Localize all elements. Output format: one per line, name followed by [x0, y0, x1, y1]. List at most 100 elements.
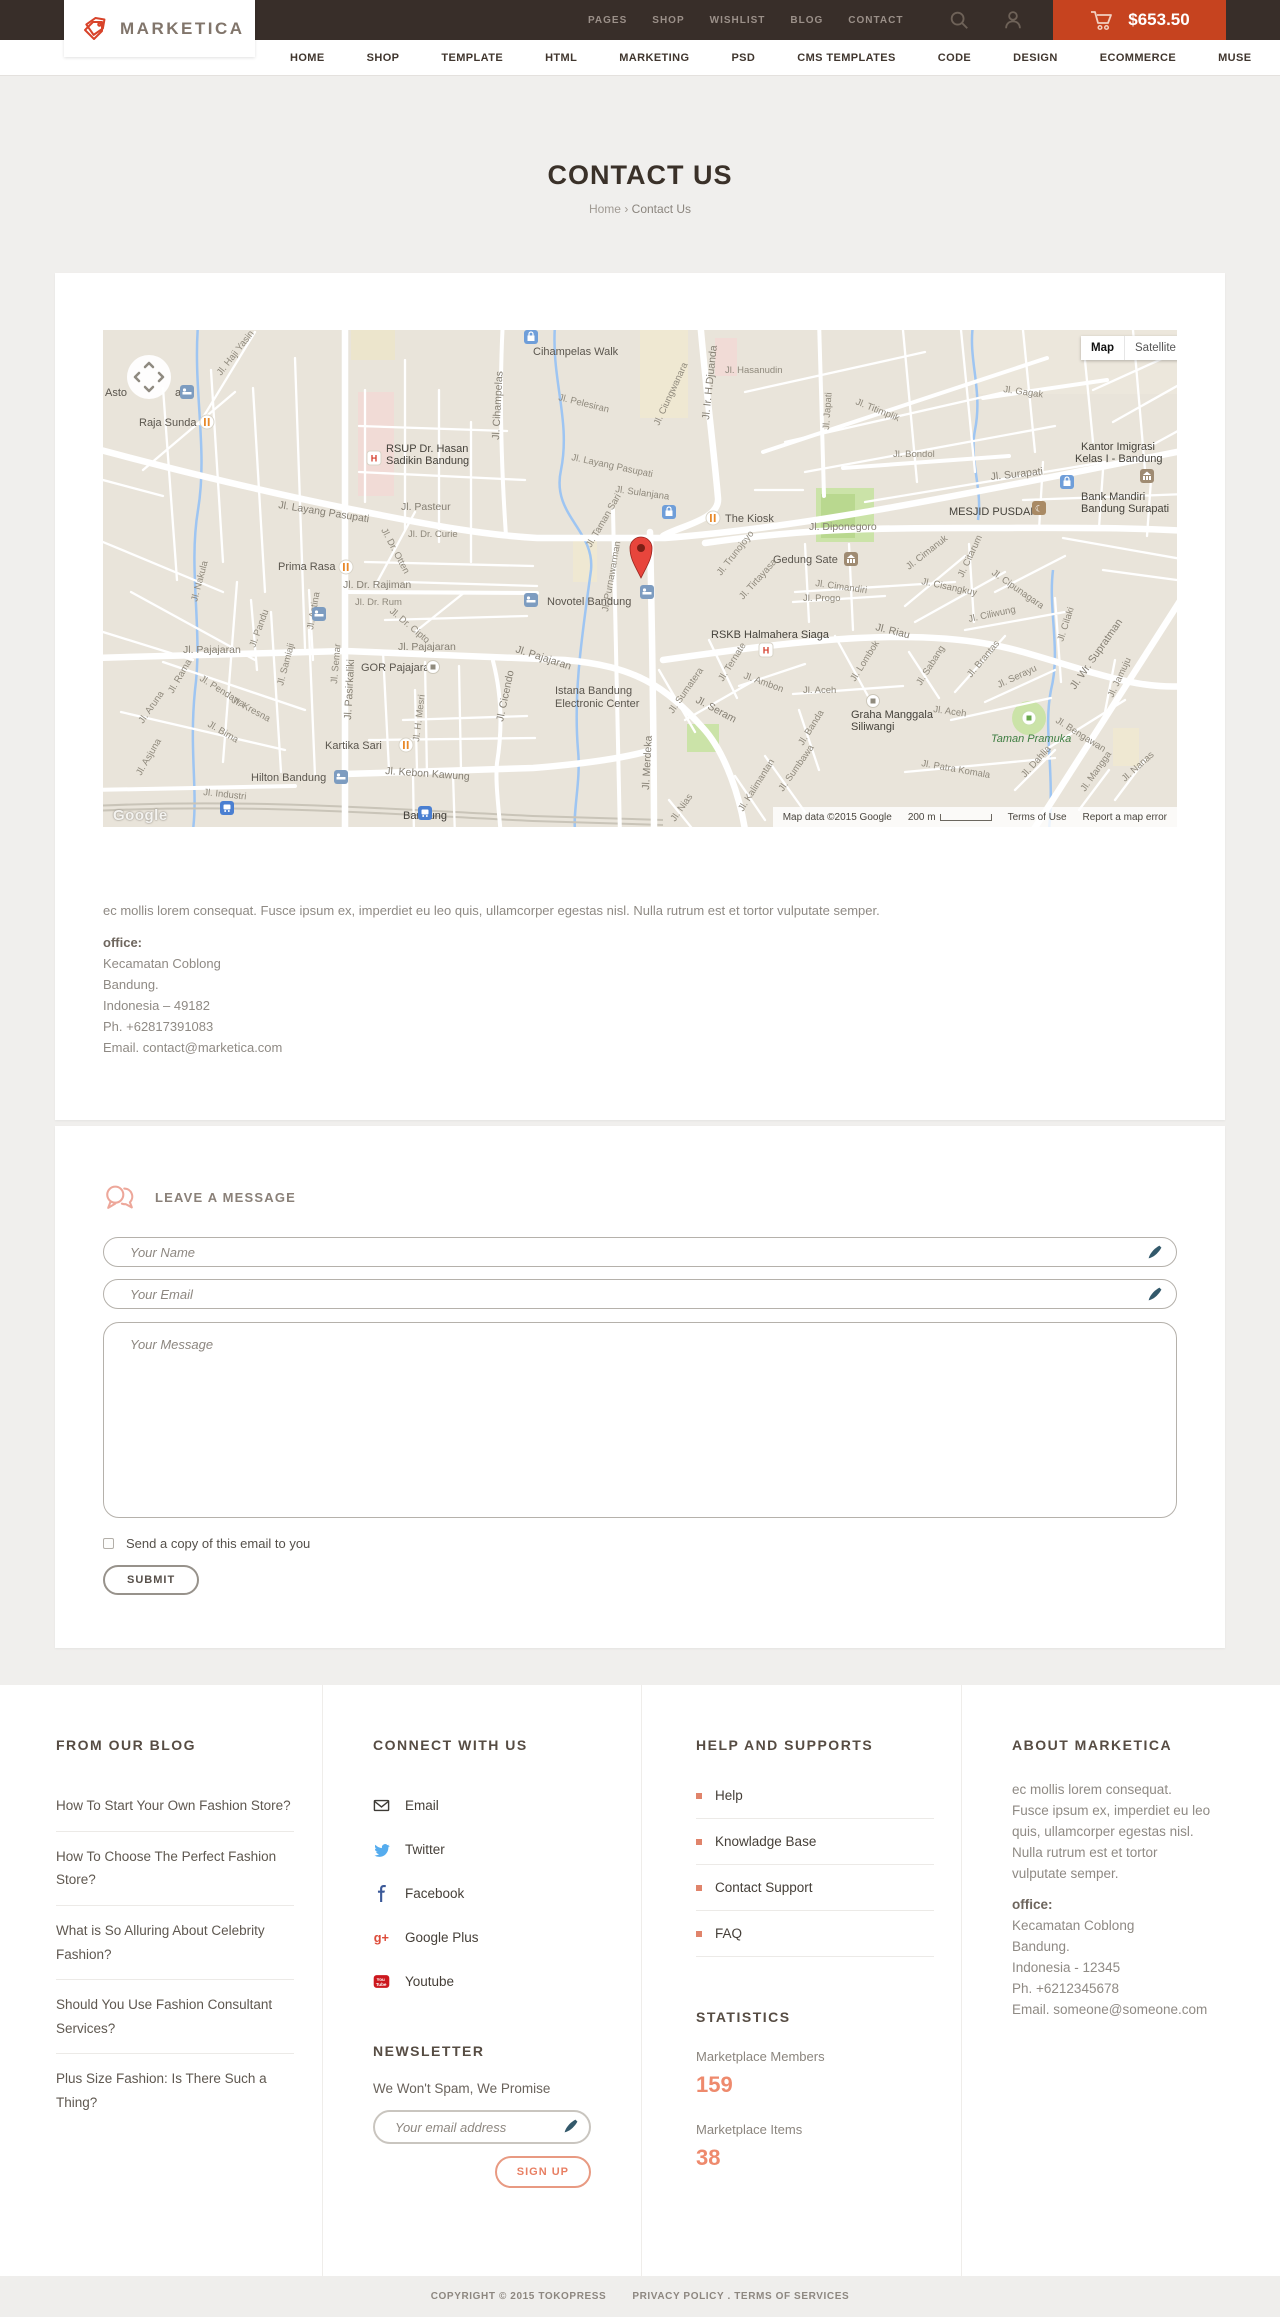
about-text: ec mollis lorem consequat. Fusce ipsum e…: [1012, 1782, 1211, 1881]
google-logo[interactable]: Google: [113, 807, 168, 824]
user-account-icon[interactable]: [1002, 9, 1024, 31]
category-nav-link[interactable]: TEMPLATE: [441, 52, 503, 64]
header-nav-link[interactable]: PAGES: [588, 15, 627, 26]
breadcrumb-home[interactable]: Home: [589, 202, 621, 216]
map-poi-gov-icon[interactable]: [426, 660, 440, 674]
category-nav-link[interactable]: MARKETING: [619, 52, 689, 64]
map-report-error-link[interactable]: Report a map error: [1083, 812, 1167, 823]
blog-post-link[interactable]: What is So Alluring About Celebrity Fash…: [56, 1906, 294, 1981]
blog-post-link[interactable]: How To Start Your Own Fashion Store?: [56, 1781, 294, 1832]
social-link[interactable]: You Tube Youtube: [373, 1959, 613, 2003]
page-title: CONTACT US: [547, 160, 733, 190]
google-map[interactable]: Cihampelas Walk Jl. Haji Yasin Raja Sunda A…: [103, 330, 1177, 827]
map-poi-hotel-icon[interactable]: [640, 585, 654, 599]
chat-bubbles-icon: [103, 1184, 137, 1211]
newsletter-field-wrap: [373, 2110, 591, 2144]
map-attribution: Map data ©2015 Google 200 m Terms of Use…: [772, 807, 1177, 827]
map-poi-rest-icon[interactable]: [705, 510, 721, 526]
map-poi-station-icon[interactable]: [220, 801, 234, 815]
submit-button[interactable]: SUBMIT: [103, 1565, 200, 1595]
statistic-value: 159: [696, 2072, 733, 2097]
map-terms-link[interactable]: Terms of Use: [1008, 812, 1067, 823]
map-poi-hosp-icon[interactable]: H: [758, 642, 774, 658]
map-poi-hotel-icon[interactable]: [334, 770, 348, 784]
map-street-label: RSUP Dr. Hasan: [386, 443, 468, 455]
help-link[interactable]: Contact Support: [696, 1865, 934, 1911]
office-line: Ph. +62817391083: [103, 1019, 214, 1034]
newsletter-email-input[interactable]: [373, 2110, 591, 2144]
map-poi-bank-icon[interactable]: [1140, 469, 1154, 483]
category-nav-link[interactable]: MUSE: [1218, 52, 1251, 64]
email-input[interactable]: [103, 1279, 1177, 1309]
social-link[interactable]: Twitter: [373, 1827, 613, 1871]
header-nav-link[interactable]: WISHLIST: [710, 15, 766, 26]
signup-button[interactable]: SIGN UP: [494, 2156, 591, 2188]
help-link[interactable]: FAQ: [696, 1911, 934, 1957]
map-poi-hotel-icon[interactable]: [524, 593, 538, 607]
map-poi-shop-icon[interactable]: [662, 505, 676, 519]
breadcrumb-current: Contact Us: [631, 202, 692, 216]
map-street-label: Asto: [105, 387, 127, 399]
category-nav-link[interactable]: DESIGN: [1013, 52, 1058, 64]
help-link[interactable]: Help: [696, 1773, 934, 1819]
map-street-label: Jl. Dr. Curie: [408, 529, 458, 540]
map-poi-mosque-icon[interactable]: ☾: [1032, 501, 1046, 515]
name-input[interactable]: [103, 1237, 1177, 1267]
map-poi-hotel-icon[interactable]: [312, 607, 326, 621]
category-nav-link[interactable]: CODE: [938, 52, 971, 64]
logo[interactable]: MARKETICA: [64, 0, 255, 57]
message-textarea[interactable]: [103, 1322, 1177, 1518]
category-nav-link[interactable]: SHOP: [367, 52, 400, 64]
blog-post-link[interactable]: Should You Use Fashion Consultant Servic…: [56, 1980, 294, 2055]
category-nav-link[interactable]: ECOMMERCE: [1100, 52, 1176, 64]
blog-heading: FROM OUR BLOG: [56, 1737, 197, 1753]
cart-total: $653.50: [1128, 10, 1190, 29]
search-icon[interactable]: [948, 9, 970, 31]
map-street-label: Hilton Bandung: [251, 772, 326, 784]
category-nav-link[interactable]: HOME: [290, 52, 325, 64]
map-street-label: Siliwangi: [851, 721, 894, 733]
map-poi-rest-icon[interactable]: [398, 737, 414, 753]
header-nav-link[interactable]: SHOP: [652, 15, 684, 26]
category-nav-link[interactable]: PSD: [731, 52, 755, 64]
office-address-block: office: Kecamatan Coblong Bandung. Indones…: [103, 932, 282, 1058]
map-street-label: Jl. Aceh: [803, 685, 836, 696]
social-link[interactable]: g+ Google Plus: [373, 1915, 613, 1959]
statistic-row: Marketplace Members 159: [696, 2049, 934, 2098]
blog-post-link[interactable]: How To Choose The Perfect Fashion Store?: [56, 1832, 294, 1906]
map-type-satellite-button[interactable]: Satellite: [1125, 336, 1177, 360]
map-type-map-button[interactable]: Map: [1081, 336, 1125, 360]
map-poi-bank-icon[interactable]: [844, 552, 858, 566]
bullet-icon: [696, 1792, 702, 1799]
blog-post-link[interactable]: Plus Size Fashion: Is There Such a Thing…: [56, 2054, 294, 2127]
map-street-label: Jl. Dr. Rajiman: [343, 579, 411, 591]
help-link[interactable]: Knowladge Base: [696, 1819, 934, 1865]
map-pan-control[interactable]: [127, 355, 171, 399]
social-link[interactable]: Facebook: [373, 1871, 613, 1915]
cart-button[interactable]: $653.50: [1053, 0, 1226, 40]
header-nav-link[interactable]: BLOG: [790, 15, 823, 26]
map-poi-station-icon[interactable]: [418, 806, 432, 820]
footer-legal-links[interactable]: PRIVACY POLICY . TERMS OF SERVICES: [632, 2291, 849, 2302]
map-poi-shop-icon[interactable]: [524, 330, 538, 344]
map-poi-hosp-icon[interactable]: H: [366, 450, 382, 466]
tag-logo-icon: [80, 14, 110, 44]
social-list: Email Twitter Facebook g+ Google Plus You Tube…: [373, 1783, 613, 2003]
header-nav-link[interactable]: CONTACT: [848, 15, 903, 26]
send-copy-checkbox[interactable]: [103, 1538, 114, 1549]
svg-text:g+: g+: [374, 1929, 389, 1944]
category-nav-link[interactable]: CMS TEMPLATES: [797, 52, 896, 64]
social-label: Facebook: [405, 1885, 465, 1901]
map-poi-park-icon[interactable]: [1021, 710, 1037, 726]
category-nav-link[interactable]: HTML: [545, 52, 577, 64]
email-field-wrap: [103, 1279, 1177, 1309]
svg-text:You: You: [377, 1976, 386, 1981]
signup-row: SIGN UP: [373, 2156, 591, 2188]
form-heading-row: LEAVE A MESSAGE: [103, 1184, 296, 1211]
map-poi-shop-icon[interactable]: [1060, 475, 1074, 489]
map-poi-gov-icon[interactable]: [866, 694, 880, 708]
social-link[interactable]: Email: [373, 1783, 613, 1827]
map-poi-rest-icon[interactable]: [338, 559, 354, 575]
map-poi-rest-icon[interactable]: [199, 414, 215, 430]
map-poi-hotel-icon[interactable]: [180, 385, 194, 399]
